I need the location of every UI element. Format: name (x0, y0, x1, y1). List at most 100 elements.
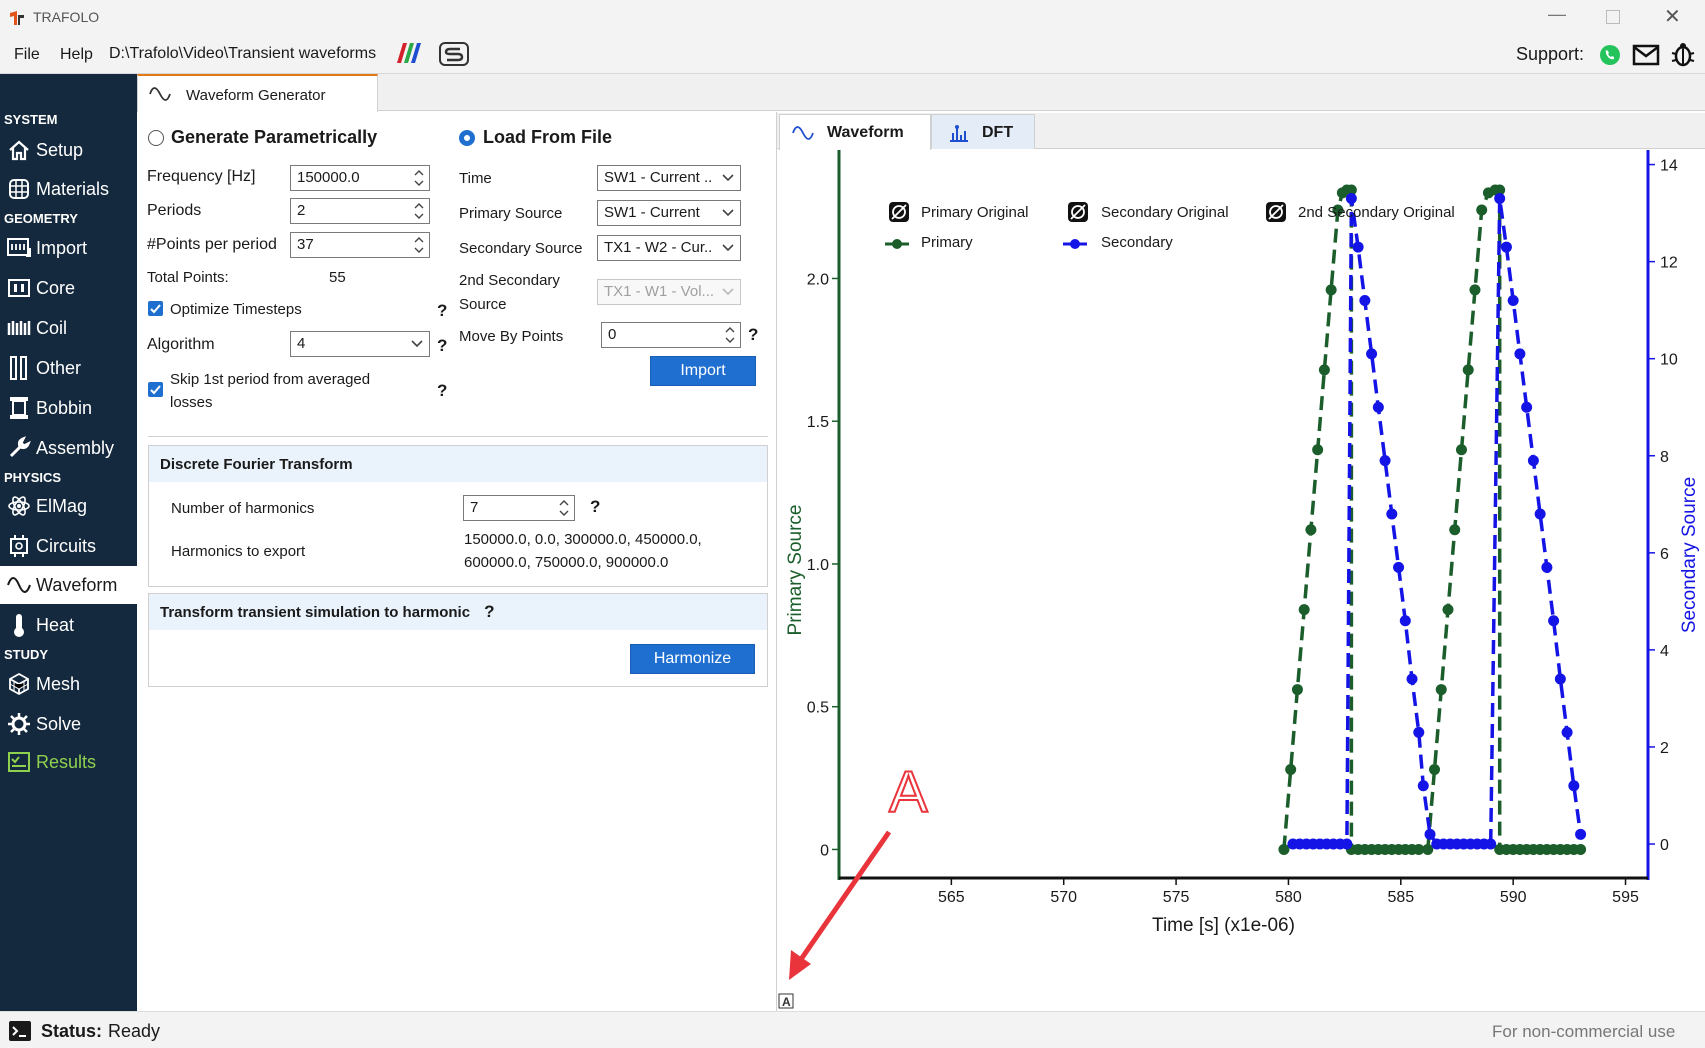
y-tick-label: 0 (820, 842, 829, 859)
frequency-label: Frequency [Hz] (147, 168, 256, 185)
series-line-secondary (1292, 198, 1583, 846)
sidebar-item-import[interactable]: Import (0, 229, 137, 267)
spin-arrows-icon[interactable] (412, 200, 426, 222)
section-geometry: GEOMETRY (4, 211, 78, 226)
bobbin-icon (6, 395, 32, 421)
data-point-secondary (1561, 726, 1573, 738)
menu-help[interactable]: Help (60, 46, 93, 64)
sidebar-item-label: Import (36, 237, 88, 258)
legend-primary[interactable]: Primary (885, 234, 973, 251)
sidebar-item-solve[interactable]: Solve (0, 705, 137, 743)
second-secondary-source-select[interactable]: TX1 - W1 - Vol... (597, 279, 741, 305)
spin-arrows-icon[interactable] (412, 234, 426, 256)
tab-waveform[interactable]: Waveform (779, 114, 931, 150)
waveform-chart[interactable]: 565 570 575 580 585 590 595 0 0.5 1.0 1.5 2.0 0 2 4 6 8 1… (777, 150, 1705, 1011)
sidebar-item-circuits[interactable]: Circuits (0, 527, 137, 565)
data-point-secondary (1568, 780, 1580, 792)
menu-file[interactable]: File (14, 46, 40, 64)
transform-help-icon[interactable]: ? (484, 602, 494, 622)
results-chart-icon (6, 751, 32, 773)
circuit-icon (6, 533, 32, 559)
harmonics-help-icon[interactable]: ? (590, 497, 600, 517)
generate-parametrically-radio[interactable] (148, 130, 164, 146)
sidebar-item-label: Assembly (36, 437, 115, 458)
sidebar-item-heat[interactable]: Heat (0, 606, 137, 644)
number-of-harmonics-label: Number of harmonics (171, 500, 315, 517)
tab-dft[interactable]: DFT (931, 114, 1035, 149)
number-of-harmonics-input[interactable]: 7 (463, 495, 575, 521)
skip-first-period-checkbox[interactable] (148, 382, 163, 397)
periods-input[interactable]: 2 (290, 198, 430, 224)
mail-icon[interactable] (1632, 44, 1660, 66)
y2-axis-label: Secondary Source (1679, 477, 1700, 633)
s-logo-icon[interactable] (438, 41, 470, 67)
data-point-secondary (1575, 828, 1587, 840)
time-select[interactable]: SW1 - Current .. (597, 165, 741, 191)
bar-chart-icon (950, 125, 968, 142)
primary-source-select[interactable]: SW1 - Current (597, 200, 741, 226)
svg-text:A: A (782, 995, 791, 1009)
status-value: Ready (108, 1021, 161, 1041)
move-help-icon[interactable]: ? (748, 325, 758, 345)
sidebar-item-results[interactable]: Results (0, 743, 137, 781)
chevron-down-icon (722, 209, 734, 217)
legend-secondary[interactable]: Secondary (1063, 234, 1173, 251)
legend-primary-original[interactable]: Primary Original (889, 202, 1029, 222)
import-button[interactable]: Import (650, 356, 756, 386)
data-point-primary (1291, 684, 1303, 696)
spin-arrows-icon[interactable] (412, 167, 426, 189)
y2-tick-label: 0 (1660, 837, 1669, 854)
skip-help-icon[interactable]: ? (437, 381, 447, 401)
legend-secondary-original[interactable]: Secondary Original (1068, 202, 1229, 222)
bug-report-icon[interactable] (1670, 41, 1696, 69)
optimize-help-icon[interactable]: ? (437, 301, 447, 321)
points-per-period-input[interactable]: 37 (290, 232, 430, 258)
secondary-source-select[interactable]: TX1 - W2 - Cur.. (597, 235, 741, 261)
terminal-icon[interactable] (8, 1020, 32, 1042)
data-point-primary (1298, 604, 1310, 616)
sidebar-item-setup[interactable]: Setup (0, 131, 137, 169)
tab-waveform-generator[interactable]: Waveform Generator (137, 74, 378, 112)
frequency-input[interactable]: 150000.0 (290, 165, 430, 191)
sidebar-item-elmag[interactable]: ElMag (0, 487, 137, 525)
sidebar-item-label: Circuits (36, 535, 97, 556)
sidebar-item-coil[interactable]: Coil (0, 309, 137, 347)
home-icon (6, 139, 32, 161)
sidebar-item-waveform[interactable]: Waveform (0, 566, 137, 604)
optimize-timesteps-checkbox[interactable] (148, 301, 163, 316)
spin-arrows-icon[interactable] (557, 497, 571, 519)
autoscale-button[interactable]: A (778, 993, 794, 1009)
load-from-file-radio[interactable] (459, 130, 475, 146)
minimize-button[interactable]: — (1548, 4, 1566, 25)
close-button[interactable]: ✕ (1664, 4, 1681, 29)
whatsapp-icon[interactable] (1598, 43, 1622, 67)
sidebar-item-materials[interactable]: Materials (0, 170, 137, 208)
spin-arrows-icon[interactable] (723, 324, 737, 346)
periods-label: Periods (147, 202, 202, 219)
sidebar-item-bobbin[interactable]: Bobbin (0, 389, 137, 427)
sidebar-item-assembly[interactable]: Assembly (0, 429, 137, 467)
y2-tick-label: 8 (1660, 449, 1669, 466)
checkmark-icon (150, 385, 161, 395)
algorithm-help-icon[interactable]: ? (437, 336, 447, 356)
sidebar-item-mesh[interactable]: Mesh (0, 665, 137, 703)
annotation: A (789, 759, 929, 980)
sidebar-item-core[interactable]: Core (0, 269, 137, 307)
y-tick-label: 1.0 (807, 557, 829, 574)
data-point-secondary (1507, 294, 1519, 306)
sidebar-item-other[interactable]: Other (0, 349, 137, 387)
algorithm-select[interactable]: 4 (290, 331, 430, 357)
chevron-down-icon (722, 174, 734, 182)
move-by-points-input[interactable]: 0 (601, 322, 741, 348)
y-tick-label: 0.5 (807, 700, 829, 717)
legend-second-secondary-original[interactable]: 2nd Secondary Original (1266, 202, 1455, 222)
data-point-primary (1325, 284, 1337, 296)
data-point-primary (1312, 444, 1324, 456)
sidebar-item-label: Solve (36, 713, 82, 734)
data-point-secondary (1406, 673, 1418, 685)
data-point-primary (1435, 684, 1447, 696)
title-bar: TRAFOLO — ✕ (0, 0, 1705, 36)
color-bars-icon[interactable] (394, 41, 424, 65)
maximize-button[interactable] (1606, 10, 1620, 24)
harmonize-button[interactable]: Harmonize (630, 644, 755, 674)
